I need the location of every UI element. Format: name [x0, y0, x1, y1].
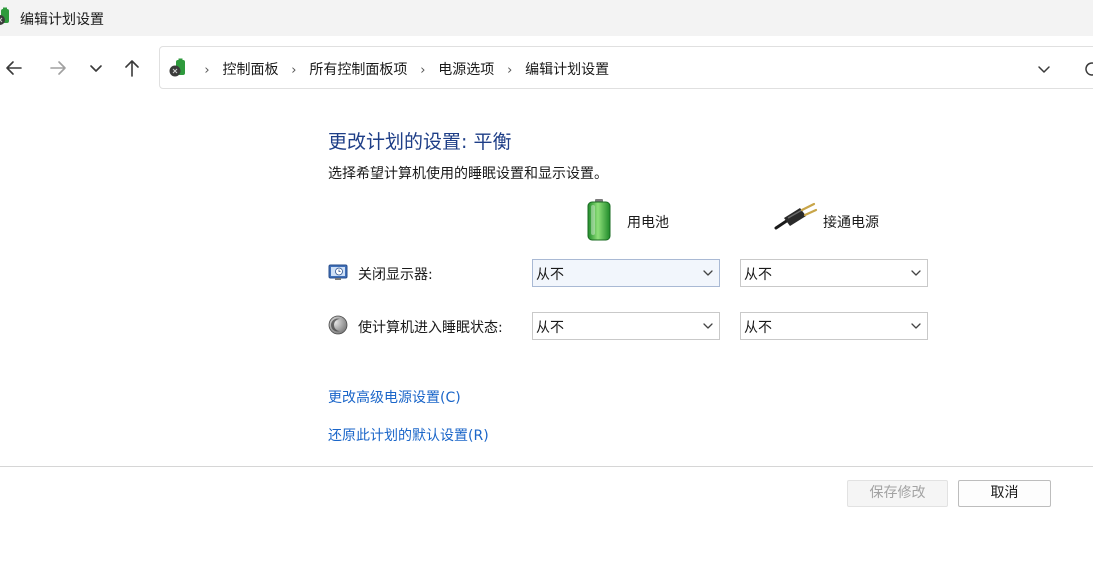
breadcrumb-power-options[interactable]: 电源选项 [436, 59, 496, 79]
address-history-chevron-icon[interactable] [1032, 57, 1056, 81]
display-off-battery-value: 从不 [536, 267, 564, 283]
battery-icon [584, 198, 614, 246]
sleep-plugged-value: 从不 [744, 320, 772, 336]
page-subtitle: 选择希望计算机使用的睡眠设置和显示设置。 [328, 166, 608, 182]
column-header-battery: 用电池 [584, 198, 724, 242]
sleep-battery-value: 从不 [536, 320, 564, 336]
chevron-down-icon [701, 319, 715, 333]
arrow-right-icon[interactable] [46, 56, 70, 80]
display-off-label: 关闭显示器: [358, 267, 433, 283]
title-bar: 编辑计划设置 [0, 0, 1093, 36]
display-clock-icon [328, 262, 348, 282]
setting-row-sleep: 使计算机进入睡眠状态: 从不 从不 [328, 312, 948, 340]
breadcrumb: › 控制面板 › 所有控制面板项 › 电源选项 › 编辑计划设置 [198, 59, 611, 79]
chevron-right-icon[interactable]: › [285, 63, 303, 78]
column-header-plugged-in: 接通电源 [774, 198, 934, 242]
display-off-battery-select[interactable]: 从不 [532, 259, 720, 287]
battery-column-label: 用电池 [627, 215, 669, 231]
arrow-up-icon[interactable] [120, 56, 144, 80]
breadcrumb-edit-plan[interactable]: 编辑计划设置 [523, 59, 611, 79]
power-options-icon [0, 7, 14, 27]
chevron-down-icon [909, 319, 923, 333]
plugged-in-column-label: 接通电源 [823, 215, 879, 231]
sleep-label: 使计算机进入睡眠状态: [358, 320, 503, 336]
breadcrumb-all-items[interactable]: 所有控制面板项 [307, 59, 409, 79]
restore-defaults-link[interactable]: 还原此计划的默认设置(R) [328, 425, 489, 445]
save-changes-button[interactable]: 保存修改 [847, 480, 948, 507]
display-off-plugged-select[interactable]: 从不 [740, 259, 928, 287]
breadcrumb-control-panel[interactable]: 控制面板 [220, 59, 280, 79]
footer-divider [0, 466, 1093, 467]
sleep-battery-select[interactable]: 从不 [532, 312, 720, 340]
cancel-button[interactable]: 取消 [958, 480, 1051, 507]
main-content: 更改计划的设置: 平衡 选择希望计算机使用的睡眠设置和显示设置。 用电池 接通电… [0, 100, 1093, 466]
chevron-right-icon[interactable]: › [501, 63, 519, 78]
display-off-plugged-value: 从不 [744, 267, 772, 283]
navigation-bar: › 控制面板 › 所有控制面板项 › 电源选项 › 编辑计划设置 [0, 36, 1093, 100]
chevron-down-icon[interactable] [84, 56, 108, 80]
window-title: 编辑计划设置 [20, 12, 104, 28]
sleep-plugged-select[interactable]: 从不 [740, 312, 928, 340]
advanced-power-settings-link[interactable]: 更改高级电源设置(C) [328, 387, 461, 407]
setting-row-display: 关闭显示器: 从不 从不 [328, 259, 948, 287]
chevron-down-icon [701, 266, 715, 280]
control-panel-icon [168, 57, 190, 79]
address-bar[interactable]: › 控制面板 › 所有控制面板项 › 电源选项 › 编辑计划设置 [159, 46, 1093, 89]
chevron-right-icon[interactable]: › [414, 63, 432, 78]
chevron-down-icon [909, 266, 923, 280]
sleep-moon-icon [328, 315, 348, 335]
refresh-icon[interactable] [1080, 57, 1093, 81]
chevron-right-icon: › [204, 63, 210, 78]
power-plug-icon [774, 198, 818, 238]
page-title: 更改计划的设置: 平衡 [328, 131, 512, 153]
arrow-left-icon[interactable] [2, 56, 26, 80]
